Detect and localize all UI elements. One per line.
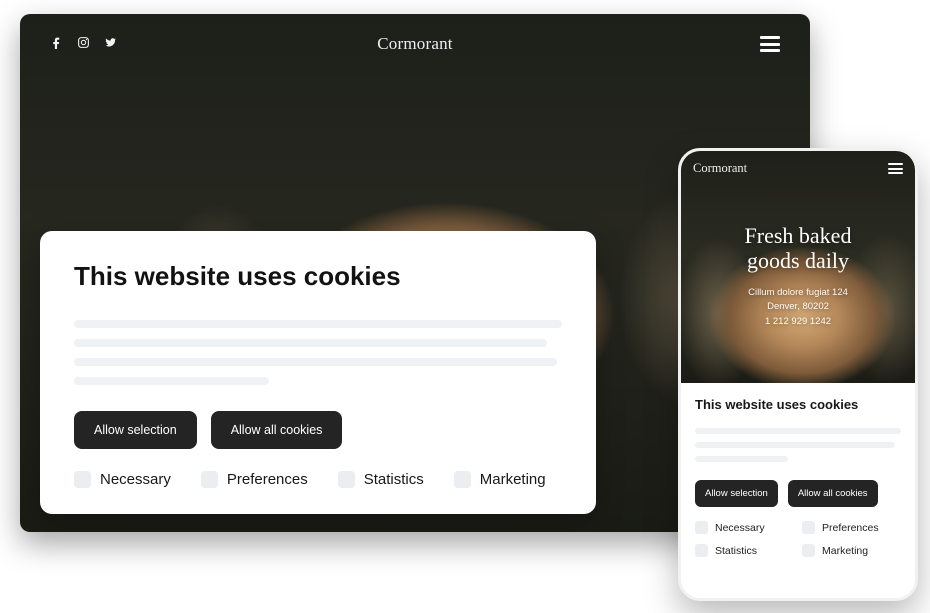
hamburger-icon[interactable] (760, 36, 780, 52)
cookie-dialog: This website uses cookies Allow selectio… (681, 383, 915, 598)
allow-all-button[interactable]: Allow all cookies (211, 411, 343, 449)
checkbox-icon[interactable] (695, 521, 708, 534)
category-label: Preferences (822, 522, 879, 534)
category-statistics[interactable]: Statistics (695, 544, 794, 557)
category-necessary[interactable]: Necessary (695, 521, 794, 534)
checkbox-icon[interactable] (695, 544, 708, 557)
dialog-buttons: Allow selection Allow all cookies (74, 411, 562, 449)
allow-selection-button[interactable]: Allow selection (74, 411, 197, 449)
twitter-icon[interactable] (104, 36, 117, 54)
cookie-title: This website uses cookies (74, 261, 562, 292)
category-label: Necessary (100, 471, 171, 488)
text-placeholder (74, 358, 557, 366)
mobile-preview: Cormorant Fresh baked goods daily Cillum… (678, 148, 918, 601)
text-placeholder (695, 442, 895, 448)
category-label: Marketing (480, 471, 546, 488)
hero-sub: Cillum dolore fugiat 124 Denver, 80202 1… (681, 286, 915, 330)
hero-text: Fresh baked goods daily Cillum dolore fu… (681, 223, 915, 330)
checkbox-icon[interactable] (802, 544, 815, 557)
checkbox-icon[interactable] (454, 471, 471, 488)
category-label: Preferences (227, 471, 308, 488)
instagram-icon[interactable] (77, 36, 90, 54)
site-title: Cormorant (693, 161, 747, 176)
category-label: Statistics (715, 545, 757, 557)
text-placeholder (74, 377, 269, 385)
allow-selection-button[interactable]: Allow selection (695, 480, 778, 507)
facebook-icon[interactable] (50, 36, 63, 54)
text-placeholder (74, 339, 547, 347)
category-preferences[interactable]: Preferences (201, 471, 308, 488)
hero-address: Cillum dolore fugiat 124 (681, 286, 915, 301)
cookie-dialog: This website uses cookies Allow selectio… (40, 231, 596, 514)
category-label: Statistics (364, 471, 424, 488)
cookie-categories: Necessary Preferences Statistics Marketi… (74, 471, 562, 488)
text-placeholder (695, 456, 788, 462)
text-placeholder (695, 428, 901, 434)
header: Cormorant (693, 161, 903, 176)
category-label: Marketing (822, 545, 868, 557)
checkbox-icon[interactable] (74, 471, 91, 488)
category-preferences[interactable]: Preferences (802, 521, 901, 534)
site-title: Cormorant (377, 34, 452, 54)
text-placeholder (74, 320, 562, 328)
hamburger-icon[interactable] (888, 163, 903, 174)
header: Cormorant (20, 14, 810, 74)
checkbox-icon[interactable] (338, 471, 355, 488)
hero-phone: 1 212 929 1242 (681, 315, 915, 330)
category-statistics[interactable]: Statistics (338, 471, 424, 488)
category-marketing[interactable]: Marketing (802, 544, 901, 557)
hero-city: Denver, 80202 (681, 300, 915, 315)
checkbox-icon[interactable] (802, 521, 815, 534)
hero-line1: Fresh baked (681, 223, 915, 248)
checkbox-icon[interactable] (201, 471, 218, 488)
category-necessary[interactable]: Necessary (74, 471, 171, 488)
category-label: Necessary (715, 522, 765, 534)
hero-line2: goods daily (681, 248, 915, 273)
category-marketing[interactable]: Marketing (454, 471, 546, 488)
cookie-categories: Necessary Preferences Statistics Marketi… (695, 521, 901, 557)
hero-headline: Fresh baked goods daily (681, 223, 915, 274)
dialog-buttons: Allow selection Allow all cookies (695, 480, 901, 507)
social-links (50, 36, 117, 54)
allow-all-button[interactable]: Allow all cookies (788, 480, 878, 507)
cookie-title: This website uses cookies (695, 397, 901, 412)
